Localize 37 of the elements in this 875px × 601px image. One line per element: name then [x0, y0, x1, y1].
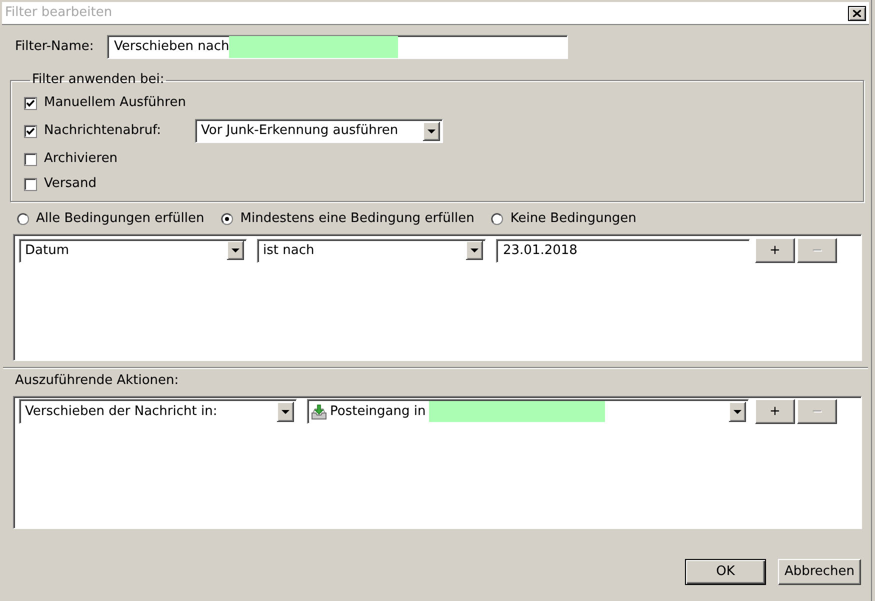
filter-name-label: Filter-Name: — [15, 39, 95, 55]
checkbox-label[interactable]: Versand — [44, 176, 96, 192]
radio-button[interactable] — [17, 213, 29, 225]
filter-name-field[interactable]: Verschieben nach — [107, 35, 568, 59]
dialog-button[interactable]: OK — [685, 559, 766, 585]
dropdown[interactable]: Verschieben der Nachricht in: — [19, 399, 297, 424]
add-button[interactable]: + — [755, 238, 795, 263]
dropdown-arrow-icon[interactable] — [466, 241, 483, 260]
radio-label[interactable]: Alle Bedingungen erfüllen — [36, 211, 204, 227]
radio-label[interactable]: Keine Bedingungen — [510, 211, 636, 227]
radio-label[interactable]: Mindestens eine Bedingung erfüllen — [240, 211, 474, 227]
radio-button[interactable] — [221, 213, 234, 225]
checkbox-label[interactable]: Archivieren — [44, 151, 118, 167]
close-button[interactable] — [848, 6, 866, 20]
dropdown[interactable]: Vor Junk-Erkennung ausführen — [195, 119, 443, 143]
checkbox[interactable] — [24, 124, 37, 138]
dropdown-arrow-icon[interactable] — [729, 402, 746, 422]
checkbox[interactable] — [24, 178, 37, 190]
section-label: Auszuführende Aktionen: — [14, 373, 180, 389]
folder-dropdown[interactable]: Posteingang in — [307, 399, 749, 424]
radio-button[interactable] — [491, 213, 504, 225]
window-title: Filter bearbeiten — [5, 5, 112, 21]
date-field[interactable]: 23.01.2018 — [496, 238, 750, 262]
checkbox-label[interactable]: Nachrichtenabruf: — [44, 123, 195, 139]
inbox-tray-icon — [311, 404, 327, 420]
close-icon — [853, 10, 861, 16]
dialog-button[interactable]: Abbrechen — [778, 559, 861, 585]
dropdown[interactable]: Datum — [19, 238, 247, 262]
dropdown-arrow-icon[interactable] — [423, 122, 440, 140]
group-legend: Filter anwenden bei: — [30, 72, 166, 88]
checkbox-label[interactable]: Manuellem Ausführen — [44, 95, 186, 111]
dropdown[interactable]: ist nach — [257, 238, 486, 262]
checkbox[interactable] — [24, 96, 37, 110]
add-button[interactable]: + — [755, 399, 795, 424]
dropdown-arrow-icon[interactable] — [277, 402, 294, 422]
checkbox[interactable] — [24, 152, 37, 166]
dropdown-arrow-icon[interactable] — [227, 241, 244, 260]
